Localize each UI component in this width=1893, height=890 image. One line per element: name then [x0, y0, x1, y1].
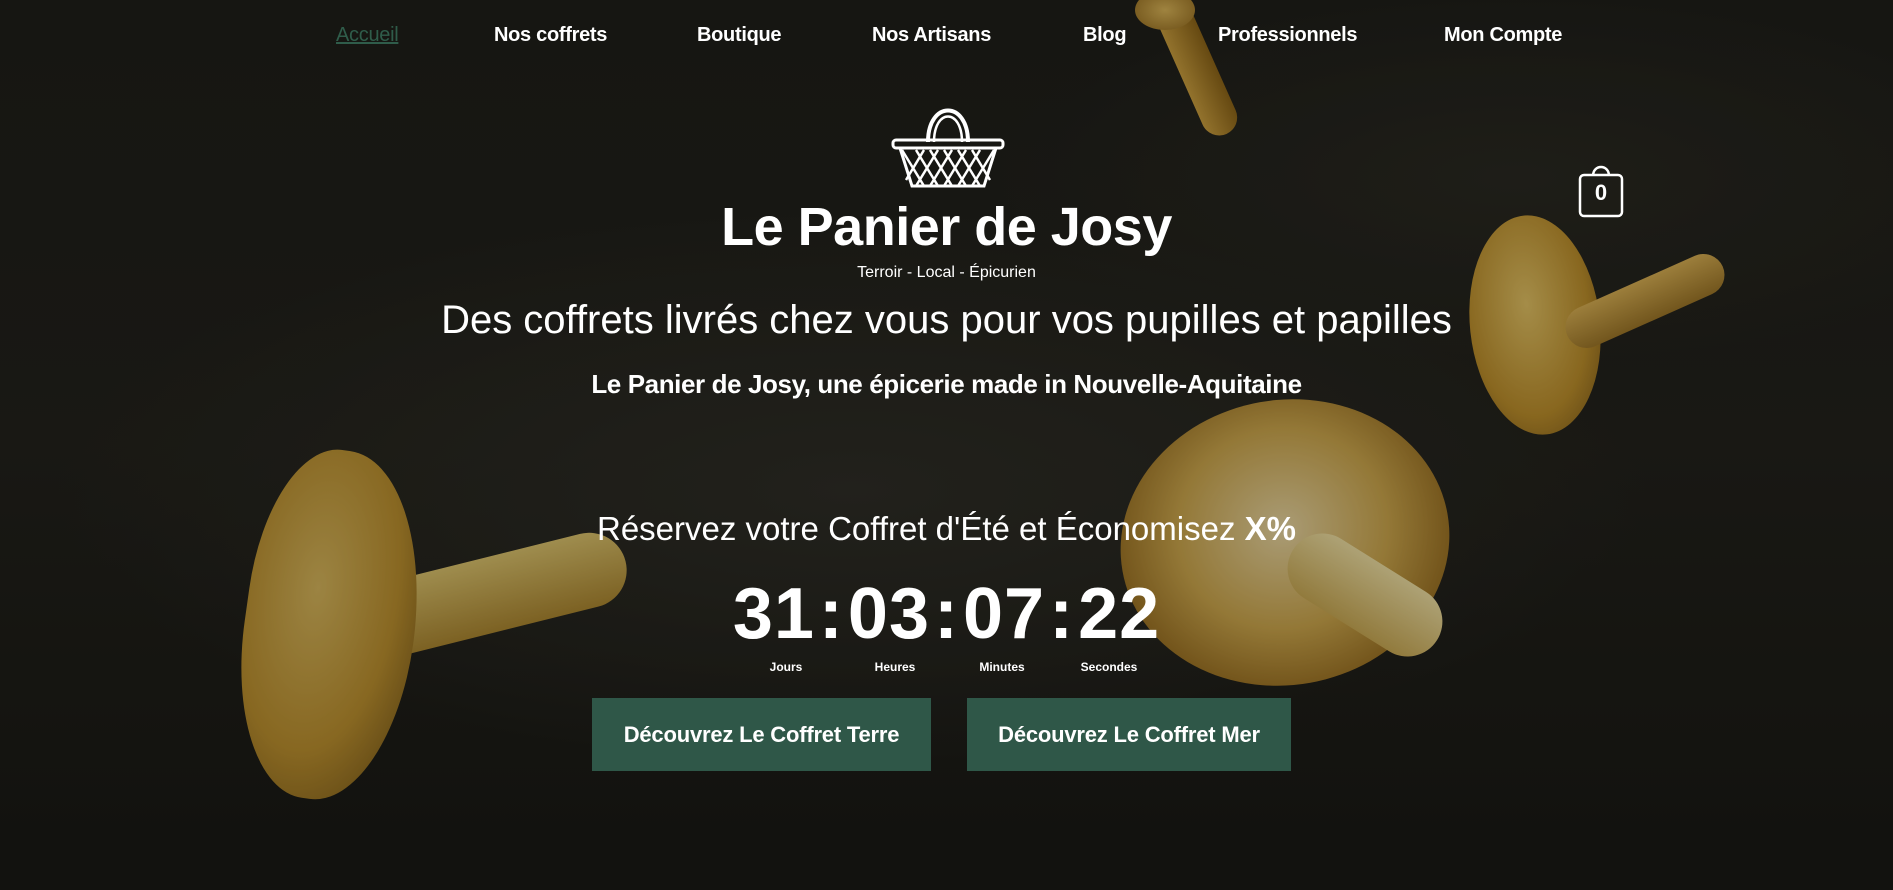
site-tagline: Terroir - Local - Épicurien: [857, 264, 1036, 281]
nav-item-nos-coffrets[interactable]: Nos coffrets: [494, 24, 607, 47]
countdown-timer: 31:03:07:22: [0, 573, 1893, 655]
basket-icon[interactable]: [890, 98, 1006, 190]
countdown-seconds: 22: [1078, 574, 1161, 654]
nav-item-nos-artisans[interactable]: Nos Artisans: [872, 24, 991, 47]
cart-button[interactable]: 0: [1578, 160, 1624, 218]
nav-item-mon-compte[interactable]: Mon Compte: [1444, 24, 1562, 47]
main-navigation: Accueil Nos coffrets Boutique Nos Artisa…: [0, 24, 1893, 52]
nav-item-professionnels[interactable]: Professionnels: [1218, 24, 1357, 47]
coffret-mer-button[interactable]: Découvrez Le Coffret Mer: [967, 698, 1291, 771]
cart-count: 0: [1594, 180, 1608, 205]
nav-item-boutique[interactable]: Boutique: [697, 24, 782, 47]
countdown-label-hours: Heures: [874, 660, 916, 674]
countdown-label-days: Jours: [769, 660, 803, 674]
countdown-separator: :: [934, 574, 959, 654]
promo-message: Réservez votre Coffret d'Été et Économis…: [596, 510, 1236, 547]
countdown-separator: :: [818, 574, 844, 654]
countdown-hours: 03: [847, 574, 930, 654]
countdown-days: 31: [732, 574, 815, 654]
countdown-minutes: 07: [962, 574, 1046, 654]
countdown-separator: :: [1049, 574, 1075, 654]
hero-subheading: Le Panier de Josy, une épicerie made in …: [591, 369, 1302, 399]
hero-headline: Des coffrets livrés chez vous pour vos p…: [441, 298, 1452, 342]
countdown-label-minutes: Minutes: [979, 660, 1025, 674]
countdown-label-seconds: Secondes: [1080, 660, 1138, 674]
promo-text: Réservez votre Coffret d'Été et Économis…: [0, 510, 1893, 548]
nav-item-blog[interactable]: Blog: [1083, 24, 1127, 47]
coffret-terre-button[interactable]: Découvrez Le Coffret Terre: [592, 698, 931, 771]
nav-item-accueil[interactable]: Accueil: [336, 24, 399, 47]
promo-discount: X%: [1244, 510, 1296, 547]
